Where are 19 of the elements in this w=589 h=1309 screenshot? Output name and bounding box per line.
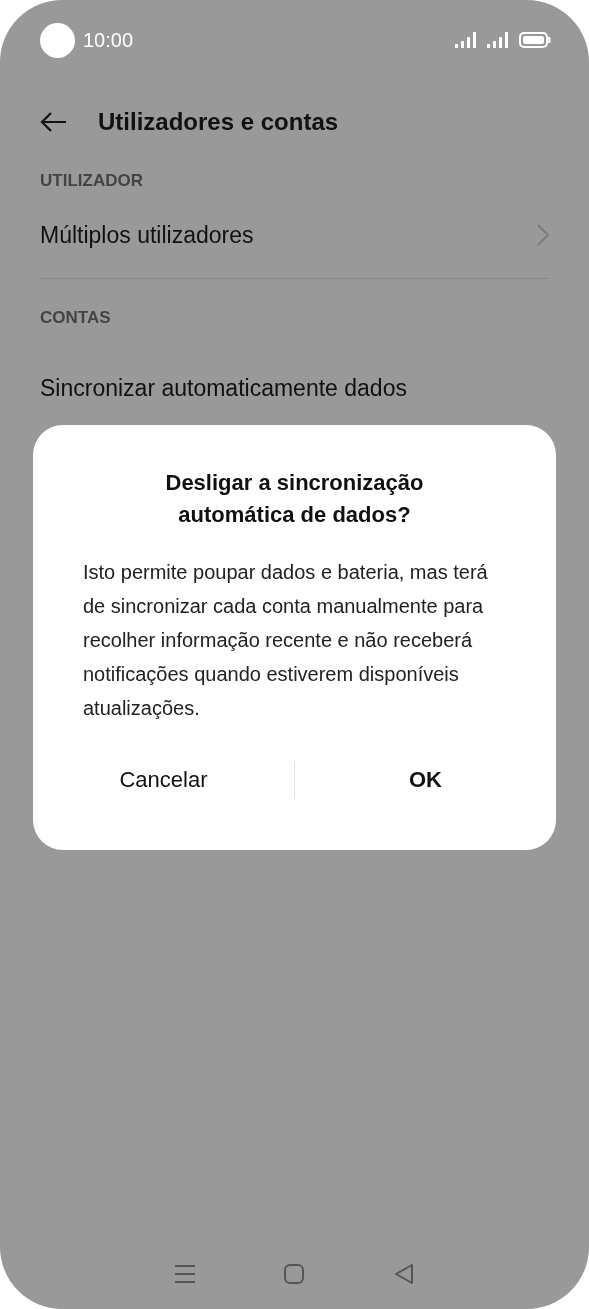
section-heading: UTILIZADOR	[39, 170, 144, 192]
battery-icon	[519, 31, 551, 49]
home-square-icon[interactable]	[283, 1263, 306, 1285]
signal-icon	[455, 31, 479, 49]
dialog-message: Isto permite poupar dados e bateria, mas terá de sincronizar cada conta manualmente para recolher informação recente e não receberá notificações quando estiverem disponíveis atualizações.	[83, 560, 489, 721]
section-heading: CONTAS	[39, 307, 112, 329]
signal-icon	[487, 31, 511, 49]
dialog-title: Desligar a sincronização automática de dados?	[164, 469, 425, 529]
dialog-button[interactable]: OK	[295, 750, 556, 810]
camera-dot	[40, 22, 75, 58]
dialog-button[interactable]: Cancelar	[33, 750, 294, 810]
status-time: 10:00	[83, 28, 134, 52]
settings-item[interactable]: Sincronizar automaticamente dados	[40, 375, 407, 402]
back-triangle-icon[interactable]	[393, 1263, 416, 1285]
page-title: Utilizadores e contas	[98, 108, 339, 136]
back-arrow-icon[interactable]	[40, 111, 68, 133]
settings-item[interactable]: Múltiplos utilizadores	[40, 221, 254, 249]
chevron-right-icon	[537, 224, 549, 246]
menu-icon[interactable]	[173, 1264, 196, 1284]
